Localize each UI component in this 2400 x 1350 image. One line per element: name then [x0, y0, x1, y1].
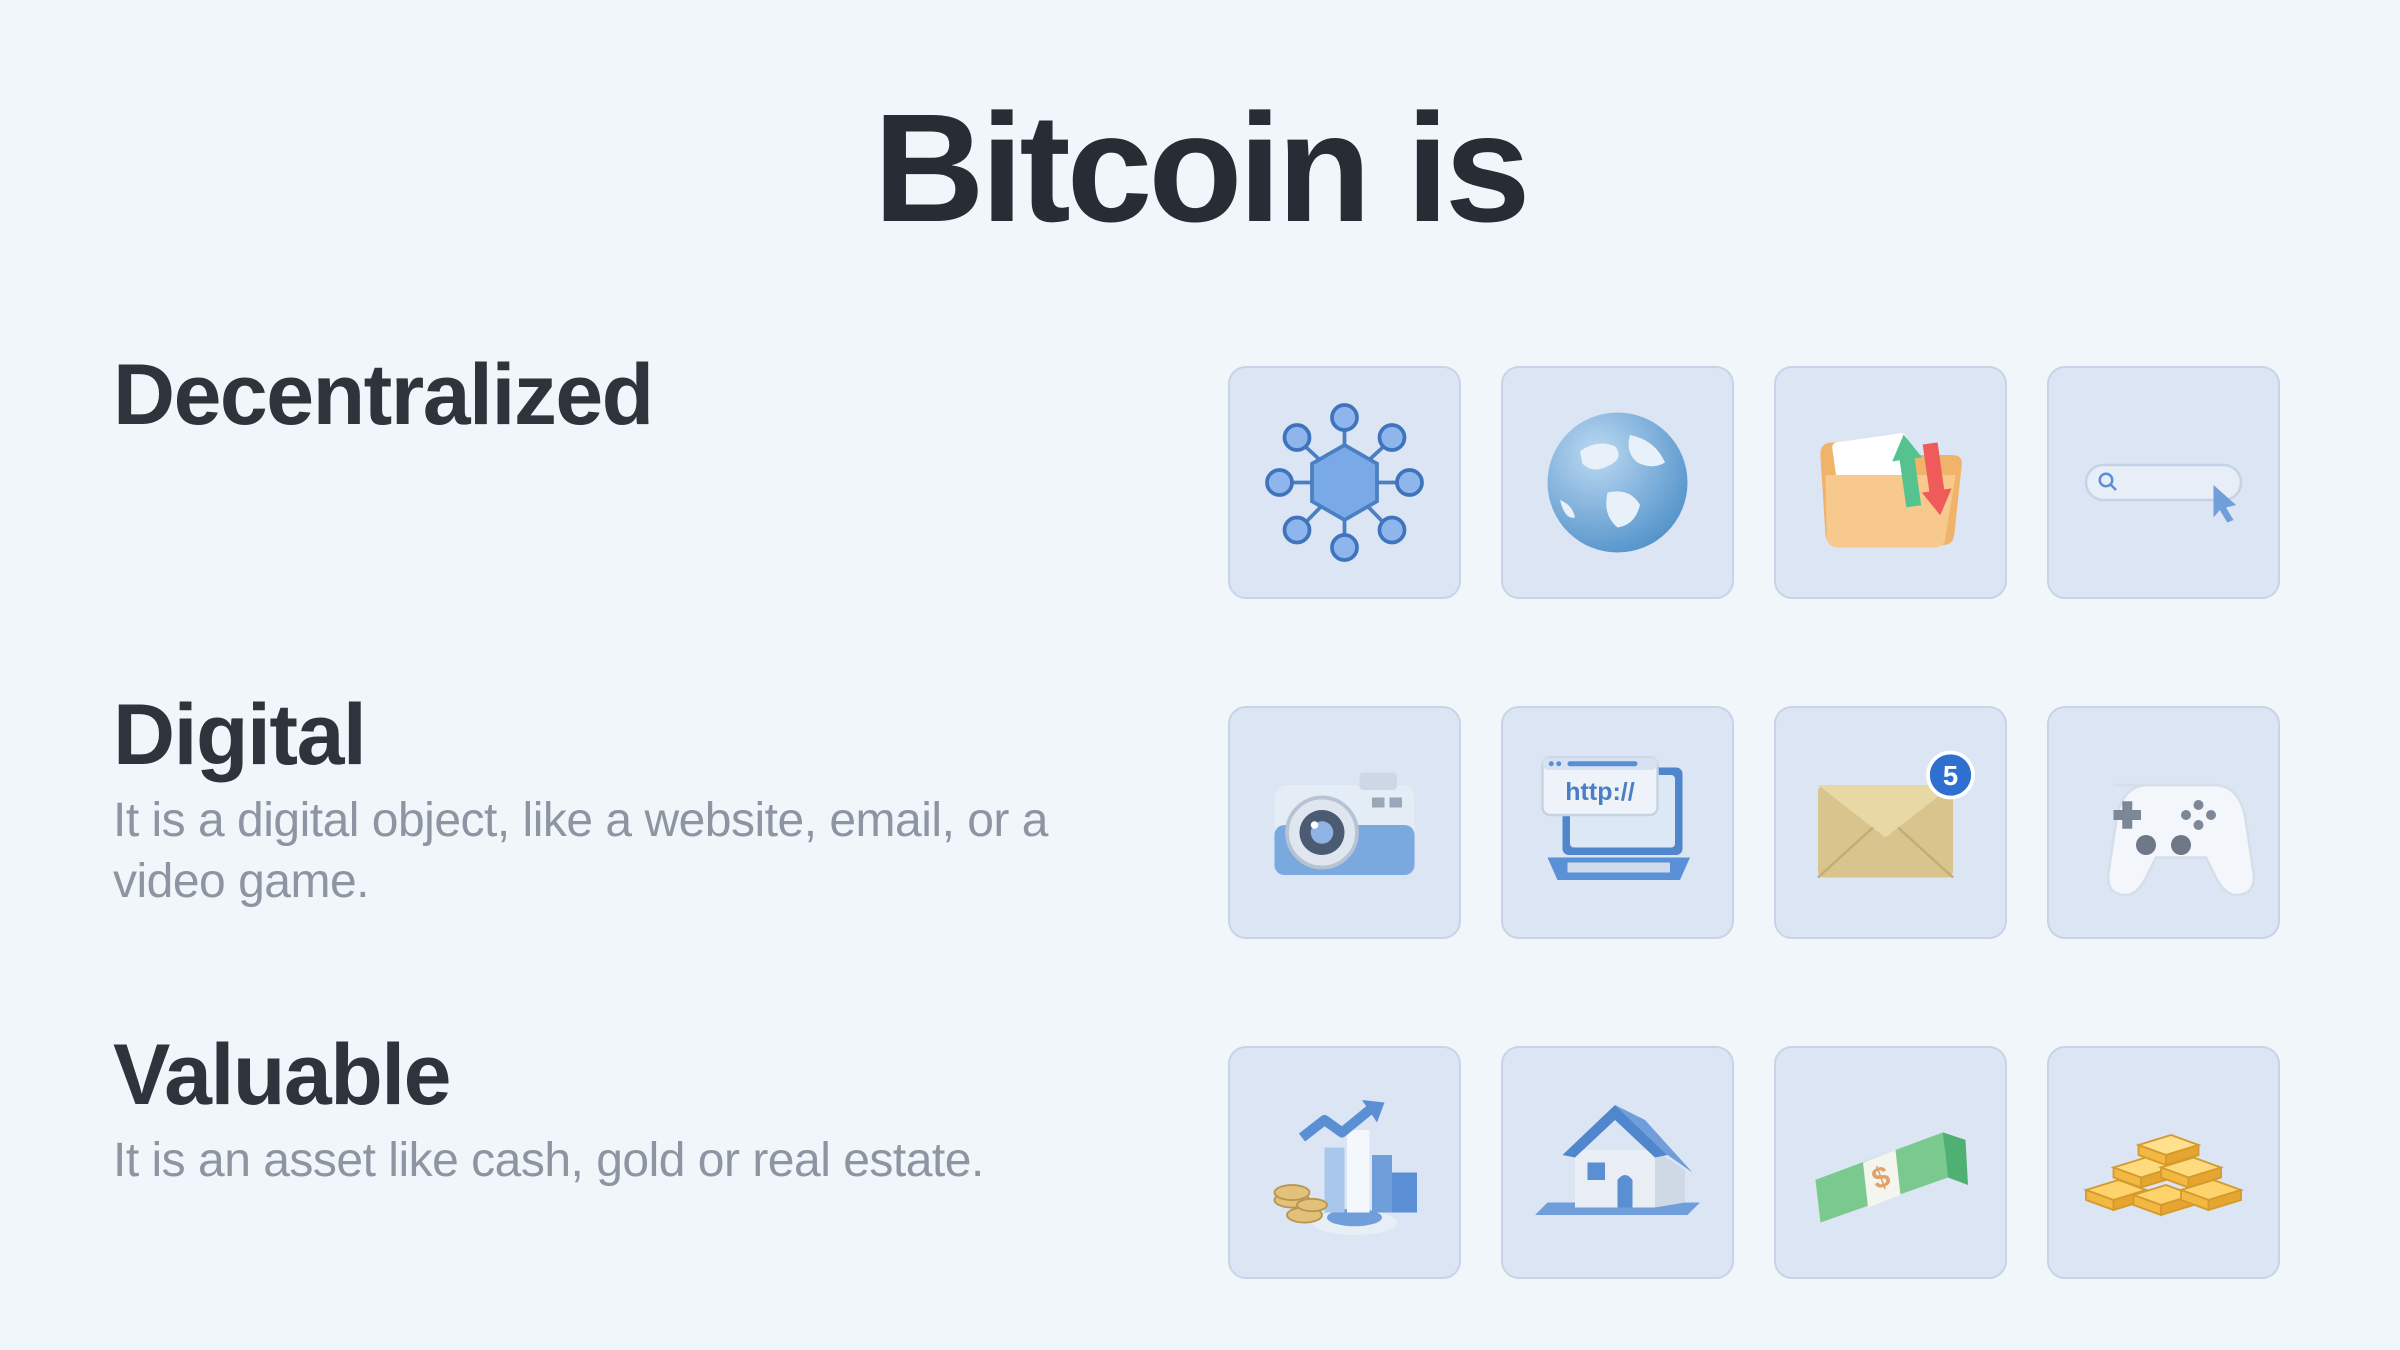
section-heading-valuable: Valuable	[113, 1027, 451, 1123]
section-heading-digital: Digital	[113, 687, 367, 783]
tile-game-controller	[2047, 706, 2280, 939]
growth-chart-icon	[1273, 1100, 1417, 1235]
network-icon	[1265, 403, 1424, 562]
tile-row-valuable: $	[1228, 1046, 2280, 1279]
section-heading-decentralized: Decentralized	[113, 347, 654, 443]
page-title: Bitcoin is	[873, 82, 1530, 254]
tile-cash: $	[1774, 1046, 2007, 1279]
tile-camera	[1228, 706, 1461, 939]
house-icon	[1535, 1105, 1700, 1215]
globe-icon	[1547, 412, 1688, 553]
section-valuable: Valuable It is an asset like cash, gold …	[113, 1030, 1113, 1191]
tile-row-decentralized	[1228, 366, 2280, 599]
laptop-icon: http://	[1541, 756, 1690, 880]
section-description-valuable: It is an asset like cash, gold or real e…	[113, 1134, 984, 1188]
tile-network	[1228, 366, 1461, 599]
gold-bars-icon	[2083, 1134, 2244, 1217]
tile-row-digital: http:// 5	[1228, 706, 2280, 939]
game-controller-icon	[2106, 783, 2256, 897]
tile-globe	[1501, 366, 1734, 599]
tile-growth-chart	[1228, 1046, 1461, 1279]
section-description-digital: It is a digital object, like a website, …	[113, 794, 1048, 909]
email-badge-count: 5	[1943, 760, 1958, 791]
section-decentralized: Decentralized	[113, 347, 1113, 443]
tile-laptop: http://	[1501, 706, 1734, 939]
camera-icon	[1274, 772, 1415, 875]
email-icon: 5	[1817, 750, 1975, 879]
laptop-url-text: http://	[1565, 778, 1634, 806]
tile-search-bar	[2047, 366, 2280, 599]
folder-transfer-icon	[1820, 433, 1962, 548]
tile-folder-transfer	[1774, 366, 2007, 599]
tile-house	[1501, 1046, 1734, 1279]
tile-email: 5	[1774, 706, 2007, 939]
search-bar-icon	[2084, 463, 2243, 523]
tile-gold-bars	[2047, 1046, 2280, 1279]
cash-icon: $	[1815, 1132, 1968, 1223]
section-digital: Digital It is a digital object, like a w…	[113, 690, 1113, 912]
